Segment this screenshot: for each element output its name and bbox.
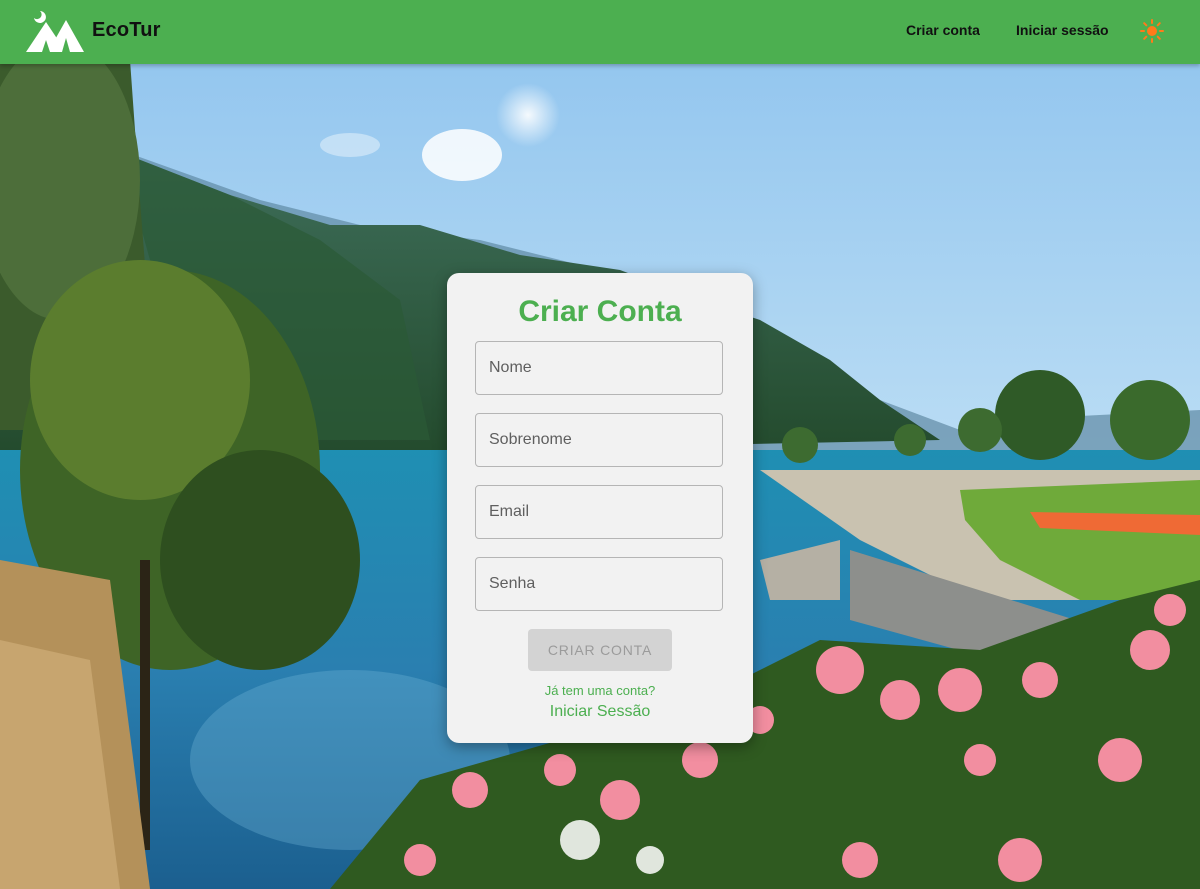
already-have-account-text: Já tem uma conta?	[544, 683, 656, 698]
nav-create-account-link[interactable]: Criar conta	[906, 22, 980, 38]
brand-name: EcoTur	[92, 19, 161, 41]
first-name-input[interactable]	[475, 341, 723, 395]
page: EcoTur Criar conta Iniciar sessão Criar …	[0, 0, 1200, 889]
email-input[interactable]	[475, 485, 723, 539]
tent-moon-logo-icon[interactable]	[24, 10, 86, 54]
last-name-input[interactable]	[475, 413, 723, 467]
form-title: Criar Conta	[518, 295, 682, 328]
password-input[interactable]	[475, 557, 723, 611]
login-link[interactable]: Iniciar Sessão	[447, 703, 753, 721]
create-account-button[interactable]: CRIAR CONTA	[528, 629, 672, 671]
nav-login-link[interactable]: Iniciar sessão	[1016, 22, 1109, 38]
top-app-bar: EcoTur Criar conta Iniciar sessão	[0, 0, 1200, 64]
sun-icon[interactable]	[1140, 19, 1164, 43]
signup-card: Criar Conta CRIAR CONTA Já tem uma conta…	[447, 273, 753, 743]
